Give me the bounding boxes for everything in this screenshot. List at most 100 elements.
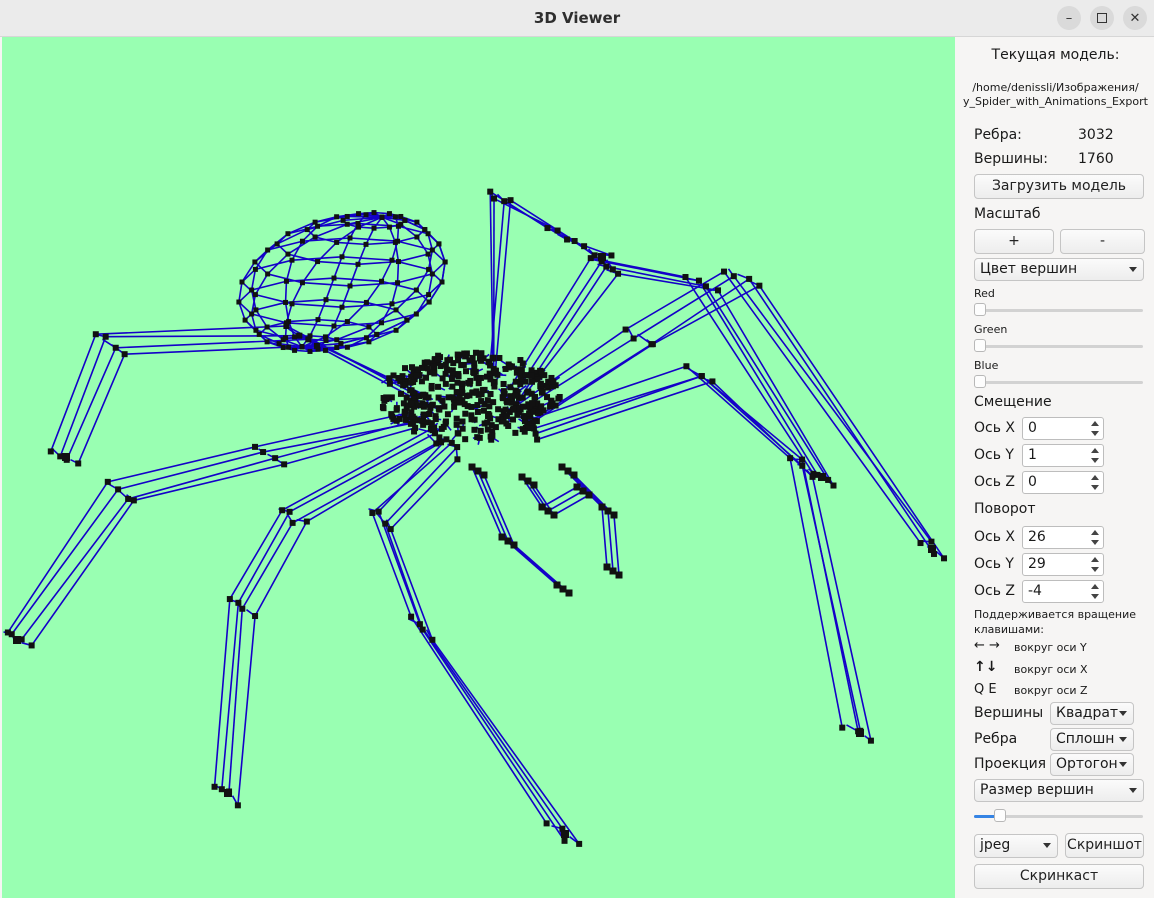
projection-select[interactable]: Ортогон — [1050, 753, 1134, 776]
model-edge — [365, 241, 396, 246]
model-edge — [613, 514, 620, 576]
rot-y-spinbox[interactable]: 29 — [1022, 553, 1104, 576]
arrow-up-icon[interactable] — [1091, 421, 1099, 426]
model-vertex — [478, 357, 485, 364]
offset-x-spinbox[interactable]: 0 — [1022, 417, 1104, 440]
blue-slider-handle[interactable] — [974, 375, 986, 388]
model-vertex — [510, 541, 518, 549]
minimize-button[interactable]: – — [1057, 6, 1081, 30]
close-button[interactable]: ✕ — [1123, 6, 1147, 30]
model-edge — [117, 451, 264, 491]
arrow-down-icon[interactable] — [1091, 540, 1099, 545]
model-vertex — [480, 471, 488, 479]
model-vertex — [471, 365, 478, 372]
model-vertex — [466, 357, 473, 364]
scale-minus-button[interactable]: - — [1060, 229, 1145, 254]
arrow-up-icon[interactable] — [1091, 584, 1099, 589]
model-vertex — [331, 323, 337, 329]
screencast-button[interactable]: Скринкаст — [974, 864, 1144, 889]
model-vertex — [517, 371, 524, 378]
rot-z-spinbox[interactable]: -4 — [1022, 580, 1104, 603]
size-target-select[interactable]: Размер вершин — [974, 779, 1144, 802]
model-edge — [341, 256, 393, 261]
rot-x-spinbox[interactable]: 26 — [1022, 526, 1104, 549]
model-vertex — [517, 381, 524, 388]
model-vertex — [430, 363, 437, 370]
size-slider[interactable] — [974, 809, 1143, 823]
model-edge — [317, 318, 348, 323]
model-vertex — [407, 420, 414, 427]
format-select[interactable]: jpeg — [974, 834, 1058, 858]
model-edge — [510, 199, 576, 242]
model-vertex — [249, 287, 255, 293]
model-vertex — [252, 292, 258, 298]
load-model-button[interactable]: Загрузить модель — [974, 174, 1144, 199]
model-vertex — [544, 394, 551, 401]
model-vertex — [799, 462, 806, 469]
arrow-down-icon[interactable] — [1091, 431, 1099, 436]
rot-y-value: 29 — [1028, 556, 1046, 572]
offset-z-spinbox[interactable]: 0 — [1022, 471, 1104, 494]
model-vertex — [839, 724, 846, 731]
vertices-type-select[interactable]: Квадрат — [1050, 702, 1134, 725]
arrow-up-icon[interactable] — [1091, 557, 1099, 562]
model-vertex — [427, 404, 434, 411]
model-vertex — [554, 227, 561, 234]
offset-y-value: 1 — [1028, 447, 1037, 463]
edges-type-select[interactable]: Сплошн — [1050, 728, 1134, 751]
arrow-down-icon[interactable] — [1091, 485, 1099, 490]
color-target-select[interactable]: Цвет вершин — [974, 258, 1144, 281]
green-slider[interactable] — [974, 339, 1143, 353]
arrow-down-icon[interactable] — [1091, 567, 1099, 572]
model-vertex — [489, 432, 496, 439]
app-window: 3D Viewer – ✕ Текущая модель: /home/deni… — [0, 0, 1154, 898]
model-edge — [398, 253, 429, 263]
model-path-line2: y_Spider_with_Animations_Export — [963, 95, 1148, 108]
scale-plus-button[interactable]: + — [974, 229, 1054, 254]
model-vertex — [121, 351, 128, 358]
arrow-up-icon[interactable] — [1091, 475, 1099, 480]
arrow-down-icon[interactable] — [1091, 594, 1099, 599]
model-vertex — [407, 387, 414, 394]
model-vertex — [500, 388, 507, 395]
model-vertex — [415, 366, 422, 373]
model-vertex — [393, 405, 400, 412]
model-edge — [397, 240, 433, 251]
model-vertex — [47, 448, 54, 455]
model-vertex — [315, 346, 321, 352]
model-vertex — [422, 227, 428, 233]
model-vertex — [522, 372, 529, 379]
size-slider-handle[interactable] — [994, 809, 1007, 822]
model-vertex — [429, 636, 436, 643]
offset-x-label: Ось X — [974, 420, 1016, 436]
model-vertex — [466, 392, 473, 399]
model-edge — [391, 282, 399, 305]
offset-y-spinbox[interactable]: 1 — [1022, 444, 1104, 467]
arrow-down-icon[interactable] — [1091, 458, 1099, 463]
model-vertex — [356, 211, 362, 217]
red-slider[interactable] — [974, 303, 1143, 317]
model-vertex — [603, 263, 610, 270]
screenshot-button[interactable]: Скриншот — [1065, 833, 1144, 858]
arrow-up-icon[interactable] — [1091, 448, 1099, 453]
model-vertex — [474, 408, 481, 415]
model-viewport[interactable] — [2, 37, 955, 898]
model-vertex — [415, 402, 422, 409]
model-edge — [384, 446, 458, 525]
model-vertex — [344, 319, 350, 325]
model-vertex — [92, 331, 99, 338]
red-slider-handle[interactable] — [974, 303, 986, 316]
model-vertex — [485, 413, 492, 420]
arrow-up-icon[interactable] — [1091, 530, 1099, 535]
model-vertex — [104, 478, 111, 485]
model-vertex — [381, 397, 388, 404]
maximize-button[interactable] — [1090, 6, 1114, 30]
blue-slider[interactable] — [974, 375, 1143, 389]
model-vertex — [503, 413, 510, 420]
model-vertex — [264, 339, 270, 345]
green-slider-handle[interactable] — [974, 339, 986, 352]
model-vertex — [249, 311, 255, 317]
model-vertex — [363, 335, 369, 341]
model-vertex — [475, 380, 482, 387]
model-vertex — [363, 299, 369, 305]
